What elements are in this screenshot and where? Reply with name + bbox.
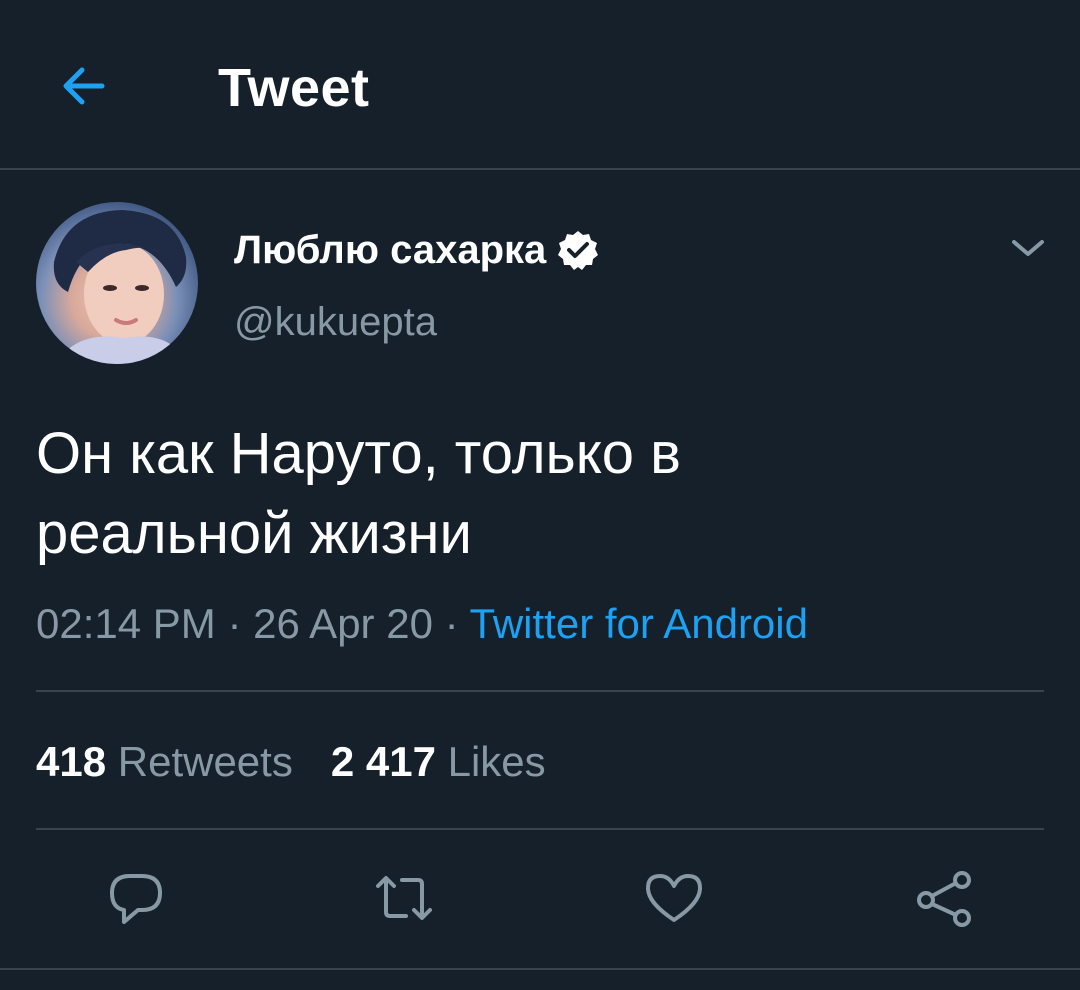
tweet-date: 26 Apr 20 bbox=[253, 600, 433, 647]
arrow-left-icon bbox=[63, 67, 105, 105]
meta-separator: · bbox=[215, 600, 254, 647]
reply-icon bbox=[110, 874, 162, 924]
share-button[interactable] bbox=[912, 866, 976, 930]
divider bbox=[36, 828, 1044, 830]
meta-separator: · bbox=[432, 600, 470, 647]
avatar-image bbox=[53, 210, 187, 364]
reply-button[interactable] bbox=[104, 866, 168, 930]
author-display-name: Люблю сахарка bbox=[234, 228, 547, 272]
avatar[interactable] bbox=[36, 202, 198, 364]
page-title: Tweet bbox=[218, 58, 370, 118]
author-handle[interactable]: @kukuepta bbox=[234, 294, 437, 350]
divider bbox=[36, 690, 1044, 692]
back-button[interactable] bbox=[56, 58, 112, 114]
tweet-text: Он как Наруто, только в реальной жизни bbox=[36, 414, 1036, 574]
retweet-icon bbox=[376, 876, 432, 920]
tweet-text-line: реальной жизни bbox=[36, 501, 472, 566]
tweet-options-button[interactable] bbox=[1004, 224, 1052, 272]
retweets-count: 418 bbox=[36, 738, 107, 785]
retweet-button[interactable] bbox=[372, 866, 436, 930]
divider bbox=[0, 968, 1080, 970]
app-header: Tweet bbox=[0, 0, 1080, 170]
retweets-stat[interactable]: 418 Retweets bbox=[36, 738, 293, 785]
likes-label: Likes bbox=[447, 738, 546, 785]
like-button[interactable] bbox=[642, 866, 706, 930]
likes-count: 2 417 bbox=[330, 738, 436, 785]
author-name-row[interactable]: Люблю сахарка bbox=[234, 222, 600, 278]
tweet-time: 02:14 PM bbox=[36, 600, 216, 647]
retweets-label: Retweets bbox=[117, 738, 293, 785]
verified-badge-icon bbox=[558, 231, 599, 270]
heart-icon bbox=[646, 874, 702, 922]
likes-stat[interactable]: 2 417 Likes bbox=[331, 738, 546, 785]
tweet-stats: 418 Retweets 2 417 Likes bbox=[36, 734, 546, 790]
tweet-meta: 02:14 PM · 26 Apr 20 · Twitter for Andro… bbox=[36, 596, 808, 652]
share-icon bbox=[917, 871, 971, 927]
chevron-down-icon bbox=[1012, 240, 1044, 256]
tweet-source-link[interactable]: Twitter for Android bbox=[470, 600, 808, 647]
tweet-text-line: Он как Наруто, только в bbox=[36, 421, 681, 486]
